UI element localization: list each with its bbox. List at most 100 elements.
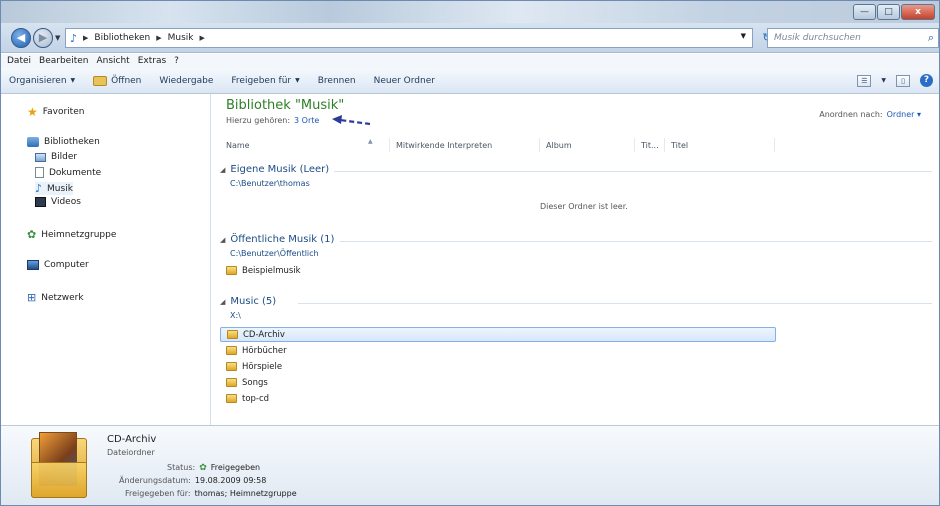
nav-network-label: Netzwerk bbox=[41, 292, 84, 303]
maximize-button[interactable]: □ bbox=[877, 4, 900, 20]
group-header-eigene-musik[interactable]: ◢ Eigene Musik (Leer) bbox=[220, 164, 329, 175]
organize-button[interactable]: Organisieren ▼ bbox=[9, 76, 75, 86]
includes-locations-link[interactable]: 3 Orte bbox=[294, 116, 319, 125]
details-status: Status: ✿ Freigegeben bbox=[167, 463, 260, 473]
list-item[interactable]: top-cd bbox=[220, 391, 776, 406]
change-view-icon[interactable]: ☰ bbox=[857, 74, 872, 87]
arrange-label: Anordnen nach: bbox=[819, 110, 883, 119]
folder-thumbnail-icon bbox=[31, 432, 87, 498]
column-album[interactable]: Album bbox=[540, 138, 635, 152]
details-name: CD-Archiv bbox=[107, 434, 157, 445]
nav-item-bilder[interactable]: Bilder bbox=[35, 152, 77, 162]
menu-bearbeiten[interactable]: Bearbeiten bbox=[39, 56, 88, 66]
folder-icon bbox=[226, 394, 237, 403]
breadcrumb-musik[interactable]: Musik bbox=[168, 33, 194, 43]
annotation-arrow-icon bbox=[332, 115, 371, 126]
network-icon: ⊞ bbox=[27, 291, 37, 304]
list-item-selected[interactable]: CD-Archiv bbox=[220, 327, 776, 342]
chevron-down-icon: ▼ bbox=[295, 77, 300, 84]
music-icon: ♪ bbox=[35, 182, 43, 195]
group-header-oeffentliche-musik[interactable]: ◢ Öffentliche Musik (1) bbox=[220, 234, 334, 245]
close-button[interactable]: x bbox=[901, 4, 935, 20]
folder-name: CD-Archiv bbox=[243, 329, 285, 340]
group-title: Öffentliche Musik (1) bbox=[230, 234, 335, 245]
share-label: Freigeben für bbox=[231, 75, 292, 86]
column-contributing-artists[interactable]: Mitwirkende Interpreten bbox=[390, 138, 540, 152]
share-button[interactable]: Freigeben für ▼ bbox=[231, 76, 299, 86]
library-includes: Hierzu gehören: 3 Orte bbox=[226, 116, 319, 125]
preview-pane-icon[interactable]: ▯ bbox=[896, 74, 910, 87]
status-value: Freigegeben bbox=[210, 463, 261, 472]
library-icon bbox=[27, 137, 39, 147]
collapse-icon[interactable]: ◢ bbox=[220, 236, 225, 244]
menu-ansicht[interactable]: Ansicht bbox=[96, 56, 129, 66]
burn-button[interactable]: Brennen bbox=[318, 76, 356, 86]
group-divider bbox=[340, 241, 932, 242]
nav-favorites-label: Favoriten bbox=[42, 107, 85, 117]
address-bar[interactable]: ♪ ▶ Bibliotheken ▶ Musik ▶ ▼ bbox=[65, 28, 753, 48]
open-button[interactable]: Öffnen bbox=[93, 75, 141, 86]
nav-homegroup[interactable]: ✿ Heimnetzgruppe bbox=[27, 228, 116, 241]
toolbar: Organisieren ▼ Öffnen Wiedergabe Freigeb… bbox=[1, 68, 939, 94]
arrange-by: Anordnen nach: Ordner ▾ bbox=[819, 110, 921, 119]
address-dropdown-icon[interactable]: ▼ bbox=[741, 32, 746, 40]
search-icon[interactable]: ⌕ bbox=[928, 31, 934, 45]
forward-button[interactable]: ▶ bbox=[33, 28, 53, 48]
column-title[interactable]: Titel bbox=[665, 138, 775, 152]
back-button[interactable]: ◀ bbox=[11, 28, 31, 48]
breadcrumb-bibliotheken[interactable]: Bibliotheken bbox=[94, 33, 150, 43]
arrange-value: Ordner bbox=[886, 110, 915, 119]
list-item[interactable]: Songs bbox=[220, 375, 776, 390]
list-item[interactable]: Hörspiele bbox=[220, 359, 776, 374]
group-path: X:\ bbox=[230, 311, 241, 320]
breadcrumb-separator-icon[interactable]: ▶ bbox=[200, 34, 205, 42]
nav-item-label: Bilder bbox=[51, 152, 78, 162]
group-divider bbox=[298, 303, 932, 304]
nav-libraries[interactable]: Bibliotheken bbox=[27, 137, 100, 147]
menu-datei[interactable]: Datei bbox=[7, 56, 31, 66]
nav-computer[interactable]: Computer bbox=[27, 260, 89, 270]
shared-label: Freigegeben für: bbox=[125, 489, 191, 498]
nav-libraries-label: Bibliotheken bbox=[44, 137, 100, 147]
column-name[interactable]: Name bbox=[220, 138, 390, 152]
arrange-by-dropdown[interactable]: Ordner ▾ bbox=[887, 110, 921, 119]
list-item[interactable]: Beispielmusik bbox=[220, 263, 776, 278]
menu-bar: Datei Bearbeiten Ansicht Extras ? bbox=[1, 54, 939, 68]
folder-icon bbox=[226, 362, 237, 371]
burn-label: Brennen bbox=[317, 75, 356, 86]
search-input[interactable]: Musik durchsuchen ⌕ bbox=[767, 28, 939, 48]
play-button[interactable]: Wiedergabe bbox=[159, 76, 213, 86]
minimize-button[interactable]: — bbox=[853, 4, 876, 20]
star-icon: ★ bbox=[27, 105, 38, 119]
library-title: Bibliothek "Musik" bbox=[226, 98, 345, 113]
nav-network[interactable]: ⊞ Netzwerk bbox=[27, 291, 84, 304]
breadcrumb-separator-icon[interactable]: ▶ bbox=[83, 34, 88, 42]
details-type: Dateiordner bbox=[107, 448, 155, 457]
list-item[interactable]: Hörbücher bbox=[220, 343, 776, 358]
nav-item-musik[interactable]: ♪ Musik bbox=[35, 182, 73, 195]
group-divider bbox=[334, 171, 932, 172]
help-icon[interactable]: ? bbox=[920, 74, 933, 87]
view-dropdown-icon[interactable]: ▼ bbox=[881, 77, 886, 84]
recent-pages-dropdown-icon[interactable]: ▼ bbox=[55, 34, 60, 42]
new-folder-button[interactable]: Neuer Ordner bbox=[374, 76, 435, 86]
collapse-icon[interactable]: ◢ bbox=[220, 166, 225, 174]
documents-icon bbox=[35, 167, 44, 178]
nav-item-dokumente[interactable]: Dokumente bbox=[35, 167, 101, 178]
nav-item-videos[interactable]: Videos bbox=[35, 197, 81, 207]
nav-item-label: Videos bbox=[51, 197, 81, 207]
column-track-number[interactable]: Tit... bbox=[635, 138, 665, 152]
menu-help[interactable]: ? bbox=[174, 56, 179, 66]
group-path: C:\Benutzer\thomas bbox=[230, 179, 310, 188]
nav-favorites[interactable]: ★ Favoriten bbox=[27, 105, 84, 119]
collapse-icon[interactable]: ◢ bbox=[220, 298, 225, 306]
menu-extras[interactable]: Extras bbox=[138, 56, 166, 66]
column-headers: ▲ Name Mitwirkende Interpreten Album Tit… bbox=[220, 138, 932, 152]
date-value: 19.08.2009 09:58 bbox=[194, 476, 267, 485]
nav-computer-label: Computer bbox=[44, 260, 89, 270]
new-folder-label: Neuer Ordner bbox=[373, 75, 435, 86]
breadcrumb-separator-icon[interactable]: ▶ bbox=[156, 34, 161, 42]
group-header-music[interactable]: ◢ Music (5) bbox=[220, 296, 276, 307]
computer-icon bbox=[27, 260, 39, 270]
chevron-down-icon: ▼ bbox=[70, 77, 76, 84]
